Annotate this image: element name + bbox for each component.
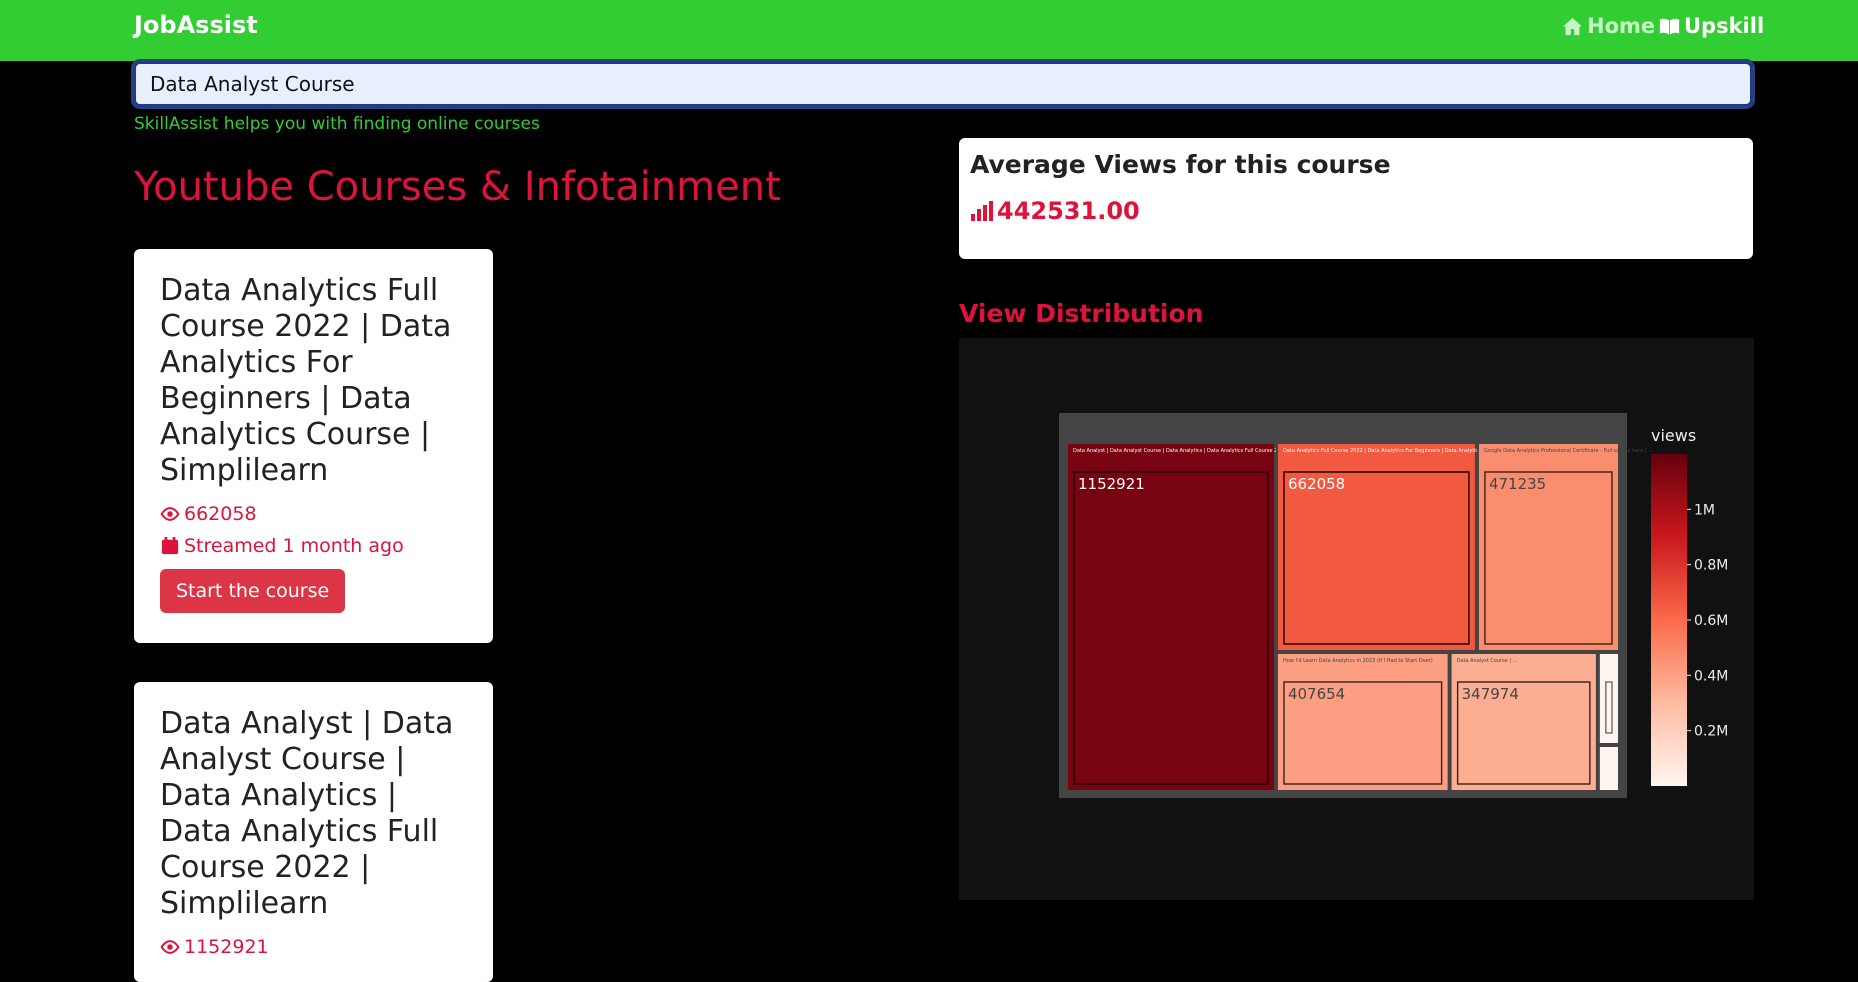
course-date: Streamed 1 month ago <box>160 535 467 557</box>
course-views: 662058 <box>160 503 467 525</box>
treemap-tile[interactable] <box>1275 651 1450 792</box>
treemap-tile-value: 347974 <box>1462 685 1519 703</box>
nav-upskill-link[interactable]: Upskill <box>1659 14 1764 38</box>
distribution-title: View Distribution <box>959 299 1204 328</box>
nav-home-label: Home <box>1587 14 1656 38</box>
treemap-tile-value: 662058 <box>1288 475 1345 493</box>
top-navbar: JobAssist Home Upskill <box>0 0 1858 61</box>
eye-icon <box>160 507 180 521</box>
nav-upskill-label: Upskill <box>1684 14 1765 38</box>
average-views-number: 442531.00 <box>997 197 1140 225</box>
treemap-tile-value: 407654 <box>1288 685 1345 703</box>
colorbar-tick-label: 0.8M <box>1694 558 1728 574</box>
treemap-tile-label: How I'd Learn Data Analytics in 2023 (If… <box>1283 658 1433 664</box>
eye-icon <box>160 940 180 954</box>
calendar-icon <box>161 537 179 555</box>
colorbar-tick-label: 0.4M <box>1694 668 1728 684</box>
search-input[interactable] <box>134 62 1752 106</box>
treemap-tile[interactable] <box>1449 651 1598 792</box>
course-title: Data Analytics Full Course 2022 | Data A… <box>160 273 452 488</box>
treemap-svg: Data Analyst | Data Analyst Course | Dat… <box>1059 413 1728 798</box>
nav-home-link[interactable]: Home <box>1562 14 1655 38</box>
colorbar-tick-label: 0.2M <box>1694 724 1728 740</box>
course-card: Data Analytics Full Course 2022 | Data A… <box>134 249 493 643</box>
view-distribution-chart[interactable]: Data Analyst | Data Analyst Course | Dat… <box>959 338 1754 900</box>
treemap-tile-label: Data Analyst Course | ... <box>1457 658 1518 664</box>
home-icon <box>1563 17 1582 35</box>
start-course-button[interactable]: Start the course <box>160 569 346 613</box>
treemap-tile-value: 471235 <box>1489 475 1546 493</box>
colorbar <box>1651 454 1687 786</box>
colorbar-tick-label: 0.6M <box>1694 613 1728 629</box>
treemap-tile-value: 1152921 <box>1078 475 1145 493</box>
average-views-card: Average Views for this course 442531.00 <box>959 138 1753 259</box>
colorbar-title: views <box>1651 426 1696 445</box>
treemap-tile[interactable] <box>1597 651 1620 745</box>
views-count: 1152921 <box>184 936 269 958</box>
streamed-text: Streamed 1 month ago <box>184 535 404 557</box>
views-count: 662058 <box>184 503 257 525</box>
bar-chart-icon <box>971 201 993 221</box>
treemap-tile[interactable] <box>1066 442 1276 792</box>
treemap-tile-label: Google Data Analytics Professional Certi… <box>1484 448 1653 454</box>
average-views-title: Average Views for this course <box>970 150 1391 179</box>
book-open-icon <box>1659 18 1680 34</box>
brand-logo[interactable]: JobAssist <box>134 11 258 39</box>
colorbar-tick-label: 1M <box>1694 502 1715 518</box>
course-views: 1152921 <box>160 936 467 958</box>
treemap-tile[interactable] <box>1597 744 1620 792</box>
helper-text: SkillAssist helps you with finding onlin… <box>134 114 540 134</box>
course-title: Data Analyst | Data Analyst Course | Dat… <box>160 706 454 921</box>
section-title: Youtube Courses & Infotainment <box>134 164 781 210</box>
average-views-value: 442531.00 <box>970 197 1742 225</box>
course-card: Data Analyst | Data Analyst Course | Dat… <box>134 682 493 982</box>
